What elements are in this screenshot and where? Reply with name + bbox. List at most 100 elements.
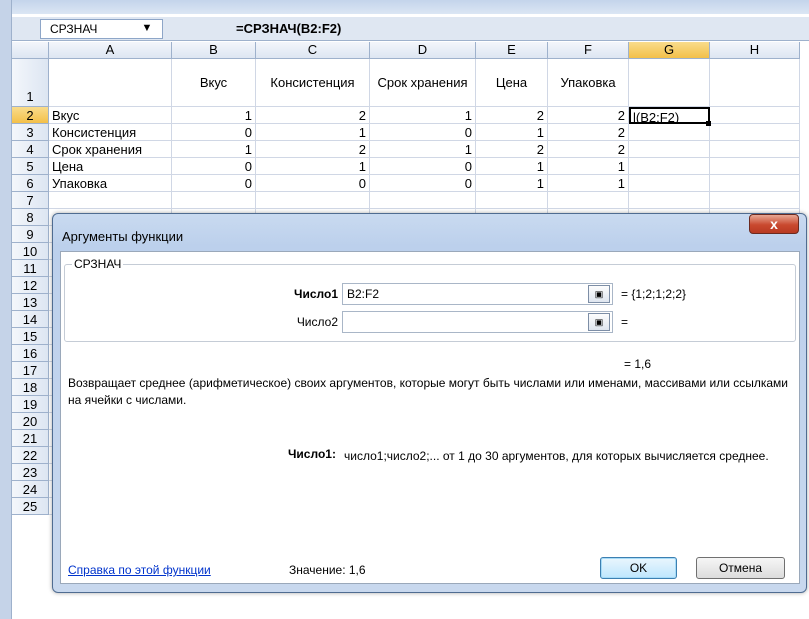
cell-d7[interactable] [370, 192, 476, 209]
cell-d2[interactable]: 1 [370, 107, 476, 124]
cell-g6[interactable] [629, 175, 710, 192]
cell-c3[interactable]: 1 [256, 124, 370, 141]
cell-c2[interactable]: 2 [256, 107, 370, 124]
row-header-19[interactable]: 19 [12, 396, 49, 413]
cell-d1[interactable]: Срок хранения [370, 59, 476, 107]
cell-c6[interactable]: 0 [256, 175, 370, 192]
column-header-b[interactable]: B [172, 42, 256, 59]
cell-c4[interactable]: 2 [256, 141, 370, 158]
cell-d5[interactable]: 0 [370, 158, 476, 175]
column-header-g[interactable]: G [629, 42, 710, 59]
arg2-collapse-button[interactable]: ▣ [588, 313, 610, 331]
select-all-corner[interactable] [12, 42, 49, 59]
chevron-down-icon[interactable]: ▼ [131, 19, 163, 39]
cell-b5[interactable]: 0 [172, 158, 256, 175]
row-header-21[interactable]: 21 [12, 430, 49, 447]
cell-c1[interactable]: Консистенция [256, 59, 370, 107]
close-button[interactable]: x [749, 214, 799, 234]
row-header-15[interactable]: 15 [12, 328, 49, 345]
cell-a6[interactable]: Упаковка [49, 175, 172, 192]
cell-f6[interactable]: 1 [548, 175, 629, 192]
cell-d4[interactable]: 1 [370, 141, 476, 158]
row-header-5[interactable]: 5 [12, 158, 49, 175]
column-header-e[interactable]: E [476, 42, 548, 59]
cell-f3[interactable]: 2 [548, 124, 629, 141]
cell-f2[interactable]: 2 [548, 107, 629, 124]
cell-b4[interactable]: 1 [172, 141, 256, 158]
column-header-a[interactable]: A [49, 42, 172, 59]
row-header-7[interactable]: 7 [12, 192, 49, 209]
row-header-13[interactable]: 13 [12, 294, 49, 311]
cell-h2[interactable] [710, 107, 800, 124]
cell-a2[interactable]: Вкус [49, 107, 172, 124]
cell-d3[interactable]: 0 [370, 124, 476, 141]
column-header-f[interactable]: F [548, 42, 629, 59]
row-header-11[interactable]: 11 [12, 260, 49, 277]
row-header-3[interactable]: 3 [12, 124, 49, 141]
row-header-9[interactable]: 9 [12, 226, 49, 243]
cell-a1[interactable] [49, 59, 172, 107]
cell-h3[interactable] [710, 124, 800, 141]
cell-a7[interactable] [49, 192, 172, 209]
cell-e5[interactable]: 1 [476, 158, 548, 175]
formula-input[interactable]: =СРЗНАЧ(B2:F2) [236, 19, 341, 39]
cell-a5[interactable]: Цена [49, 158, 172, 175]
row-header-4[interactable]: 4 [12, 141, 49, 158]
row-header-25[interactable]: 25 [12, 498, 49, 515]
cell-c7[interactable] [256, 192, 370, 209]
cell-f4[interactable]: 2 [548, 141, 629, 158]
cell-f7[interactable] [548, 192, 629, 209]
row-header-22[interactable]: 22 [12, 447, 49, 464]
row-header-2[interactable]: 2 [12, 107, 49, 124]
cell-g3[interactable] [629, 124, 710, 141]
cell-h6[interactable] [710, 175, 800, 192]
cell-d6[interactable]: 0 [370, 175, 476, 192]
row-header-16[interactable]: 16 [12, 345, 49, 362]
cell-b2[interactable]: 1 [172, 107, 256, 124]
help-link[interactable]: Справка по этой функции [68, 563, 211, 577]
cell-e2[interactable]: 2 [476, 107, 548, 124]
cancel-button[interactable]: Отмена [696, 557, 785, 579]
cell-c5[interactable]: 1 [256, 158, 370, 175]
column-header-c[interactable]: C [256, 42, 370, 59]
cell-g4[interactable] [629, 141, 710, 158]
column-header-d[interactable]: D [370, 42, 476, 59]
column-header-h[interactable]: H [710, 42, 800, 59]
row-header-6[interactable]: 6 [12, 175, 49, 192]
cell-e1[interactable]: Цена [476, 59, 548, 107]
cell-h5[interactable] [710, 158, 800, 175]
cell-g1[interactable] [629, 59, 710, 107]
cell-a3[interactable]: Консистенция [49, 124, 172, 141]
cell-g2[interactable]: l(B2:F2) [629, 107, 710, 124]
row-header-1[interactable]: 1 [12, 59, 49, 107]
cell-e7[interactable] [476, 192, 548, 209]
cell-b7[interactable] [172, 192, 256, 209]
cell-b1[interactable]: Вкус [172, 59, 256, 107]
fill-handle[interactable] [706, 121, 711, 126]
ok-button[interactable]: OK [600, 557, 677, 579]
cell-e4[interactable]: 2 [476, 141, 548, 158]
row-header-10[interactable]: 10 [12, 243, 49, 260]
row-header-20[interactable]: 20 [12, 413, 49, 430]
cell-f1[interactable]: Упаковка [548, 59, 629, 107]
row-header-12[interactable]: 12 [12, 277, 49, 294]
cell-b3[interactable]: 0 [172, 124, 256, 141]
row-header-23[interactable]: 23 [12, 464, 49, 481]
arg1-collapse-button[interactable]: ▣ [588, 285, 610, 303]
cell-f5[interactable]: 1 [548, 158, 629, 175]
row-header-14[interactable]: 14 [12, 311, 49, 328]
cell-e6[interactable]: 1 [476, 175, 548, 192]
cell-g5[interactable] [629, 158, 710, 175]
cell-a4[interactable]: Срок хранения [49, 141, 172, 158]
cell-h4[interactable] [710, 141, 800, 158]
cell-e3[interactable]: 1 [476, 124, 548, 141]
row-header-17[interactable]: 17 [12, 362, 49, 379]
row-header-24[interactable]: 24 [12, 481, 49, 498]
cell-h1[interactable] [710, 59, 800, 107]
cell-h7[interactable] [710, 192, 800, 209]
arg2-input[interactable] [342, 311, 613, 333]
cell-g7[interactable] [629, 192, 710, 209]
arg1-input[interactable]: B2:F2 [342, 283, 613, 305]
row-header-18[interactable]: 18 [12, 379, 49, 396]
cell-b6[interactable]: 0 [172, 175, 256, 192]
